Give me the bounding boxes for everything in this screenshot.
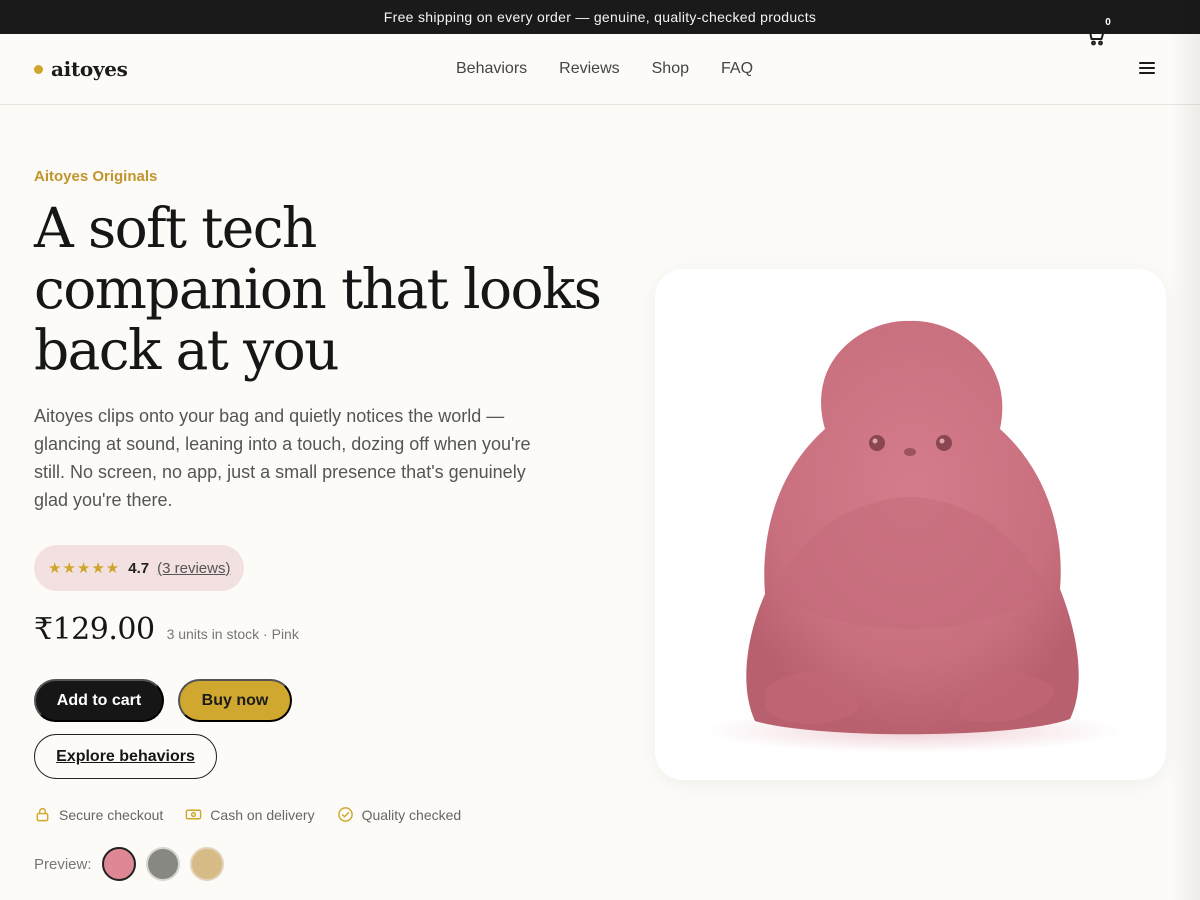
trust-label: Quality checked: [361, 806, 462, 823]
announcement-bar: Free shipping on every order — genuine, …: [0, 0, 1200, 34]
buy-now-button[interactable]: Buy now: [178, 679, 292, 722]
trust-quality-checked: Quality checked: [337, 806, 462, 823]
explore-behaviors-button[interactable]: Explore behaviors: [34, 734, 217, 779]
stock-status: 3 units in stock · Pink: [166, 626, 299, 642]
lock-icon: [36, 808, 49, 822]
logo[interactable]: aitoyes: [34, 57, 128, 81]
rating-pill: ★★★★★ 4.7 (3 reviews): [34, 545, 245, 591]
side-shadow: [1170, 0, 1200, 900]
trust-label: Secure checkout: [59, 806, 164, 823]
hero-title-line-2: companion that looks: [34, 257, 602, 321]
main-nav: Behaviors Reviews Shop FAQ: [456, 34, 753, 104]
rating-stars: ★★★★★: [48, 560, 121, 577]
product-image: [703, 320, 1123, 753]
preview-label: Preview:: [34, 855, 92, 873]
nav-behaviors[interactable]: Behaviors: [456, 60, 527, 78]
menu-button[interactable]: [1136, 58, 1158, 78]
hero-description: Aitoyes clips onto your bag and quietly …: [34, 406, 531, 510]
product-image-card: [655, 269, 1166, 780]
announcement-text: Free shipping on every order — genuine, …: [383, 9, 817, 25]
rating-value: 4.7: [128, 559, 150, 577]
nav-shop[interactable]: Shop: [652, 60, 689, 78]
reviews-link[interactable]: (3 reviews): [157, 560, 230, 577]
trust-badges: Secure checkout Cash on delivery Quality…: [34, 806, 461, 823]
swatch-sand[interactable]: [189, 847, 224, 881]
cash-icon: [186, 809, 202, 820]
trust-label: Cash on delivery: [210, 806, 315, 823]
product-eyebrow: Aitoyes Originals: [34, 168, 158, 185]
logo-dot: [34, 64, 43, 74]
cart-button[interactable]: 0: [1084, 14, 1116, 48]
add-to-cart-button[interactable]: Add to cart: [34, 679, 164, 722]
swatch-gray[interactable]: [145, 847, 180, 881]
price-row: ₹129.00 3 units in stock · Pink: [34, 612, 299, 647]
trust-cash-on-delivery: Cash on delivery: [185, 806, 315, 823]
nav-faq[interactable]: FAQ: [721, 60, 753, 78]
hamburger-icon: [1139, 62, 1155, 74]
trust-secure-checkout: Secure checkout: [34, 806, 163, 823]
check-circle-icon: [337, 807, 353, 822]
product-price: ₹129.00: [34, 612, 155, 647]
color-preview: Preview:: [34, 847, 224, 881]
hero-title-line-1: A soft tech: [34, 196, 317, 260]
brand-name: aitoyes: [51, 57, 128, 81]
nav-reviews[interactable]: Reviews: [559, 60, 619, 78]
hero-title: A soft tech companion that looks back at…: [34, 198, 614, 381]
hero-title-line-3: back at you: [34, 318, 340, 382]
swatch-pink[interactable]: [101, 847, 136, 881]
site-header: aitoyes Behaviors Reviews Shop FAQ: [0, 34, 1200, 105]
cart-count-badge: 0: [1100, 14, 1116, 30]
